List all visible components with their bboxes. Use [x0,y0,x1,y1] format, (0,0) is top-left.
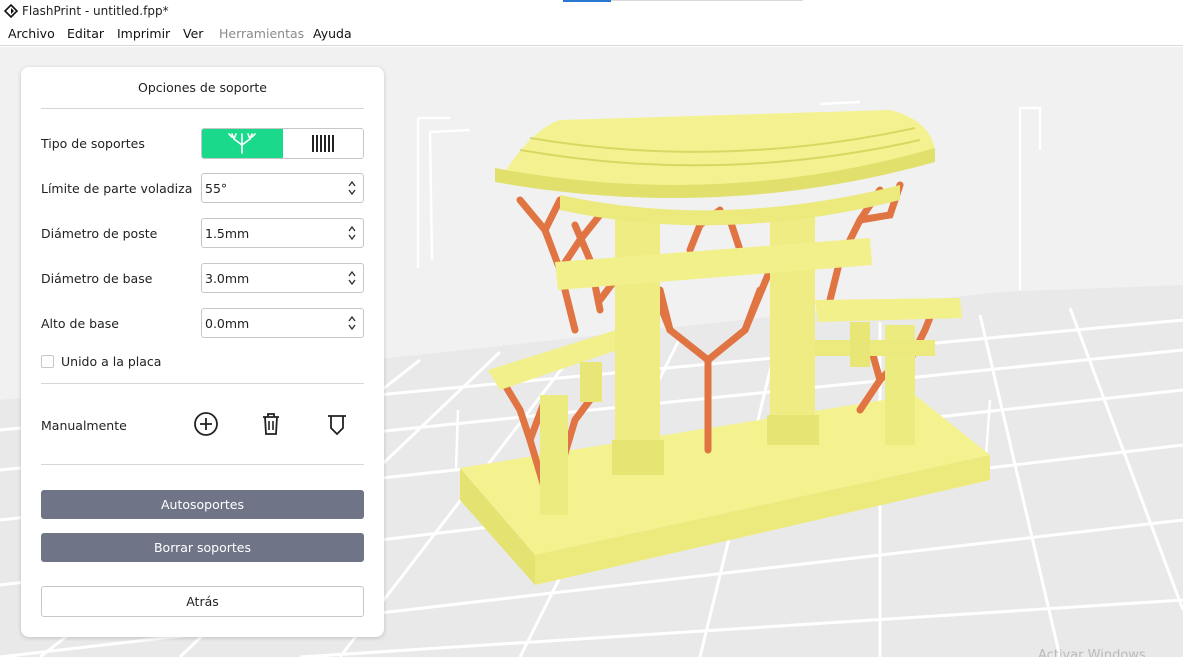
support-options-panel: Opciones de soporte Tipo de soportes Lím… [21,67,384,637]
tab-indicator [563,0,611,2]
model-left-post [540,395,568,515]
menu-imprimir[interactable]: Imprimir [117,26,170,41]
menu-ver[interactable]: Ver [183,26,203,41]
divider [41,108,364,109]
divider [41,464,364,465]
overhang-value: 55° [205,181,228,196]
menu-ayuda[interactable]: Ayuda [313,26,352,41]
attach-plate-label[interactable]: Unido a la placa [61,354,161,369]
back-button[interactable]: Atrás [41,586,364,617]
panel-title: Opciones de soporte [138,80,267,95]
activation-watermark: Activar Windows [1038,648,1146,657]
base-diameter-input[interactable]: 3.0mm [201,263,364,293]
base-diameter-label: Diámetro de base [41,271,153,286]
menu-archivo[interactable]: Archivo [8,26,55,41]
post-diameter-value: 1.5mm [205,226,250,241]
base-height-value: 0.0mm [205,316,250,331]
manual-label: Manualmente [41,418,127,433]
menu-herramientas[interactable]: Herramientas [219,26,304,41]
flashprint-logo-icon [4,4,18,18]
window-title: FlashPrint - untitled.fpp* [22,4,169,18]
spinner-arrows-icon[interactable] [348,180,356,196]
base-diameter-value: 3.0mm [205,271,250,286]
tree-icon [228,133,256,154]
flashprint-window: FlashPrint - untitled.fpp* Archivo Edita… [0,0,1183,657]
spinner-arrows-icon[interactable] [348,225,356,241]
add-support-icon[interactable] [192,410,220,438]
post-diameter-label: Diámetro de poste [41,226,158,241]
base-height-label: Alto de base [41,316,119,331]
overhang-input[interactable]: 55° [201,173,364,203]
support-type-toggle [201,128,364,159]
overhang-label: Límite de parte voladiza [41,181,193,196]
post-diameter-input[interactable]: 1.5mm [201,218,364,248]
tree-support-option[interactable] [202,129,283,158]
divider [41,383,364,384]
clear-supports-button[interactable]: Borrar soportes [41,533,364,562]
spinner-arrows-icon[interactable] [348,315,356,331]
title-bar: FlashPrint - untitled.fpp* [0,0,1183,22]
delete-support-icon[interactable] [257,410,285,438]
spinner-arrows-icon[interactable] [348,270,356,286]
linear-icon [312,135,334,152]
tab-strip [611,0,803,1]
support-type-label: Tipo de soportes [41,136,145,151]
base-height-input[interactable]: 0.0mm [201,308,364,338]
attach-plate-checkbox[interactable] [41,355,54,368]
menu-editar[interactable]: Editar [67,26,104,41]
auto-support-button[interactable]: Autosoportes [41,490,364,519]
linear-support-option[interactable] [283,129,363,158]
menu-bar: Archivo Editar Imprimir Ver Herramientas… [0,22,1183,46]
platform-support-icon[interactable] [323,410,351,438]
